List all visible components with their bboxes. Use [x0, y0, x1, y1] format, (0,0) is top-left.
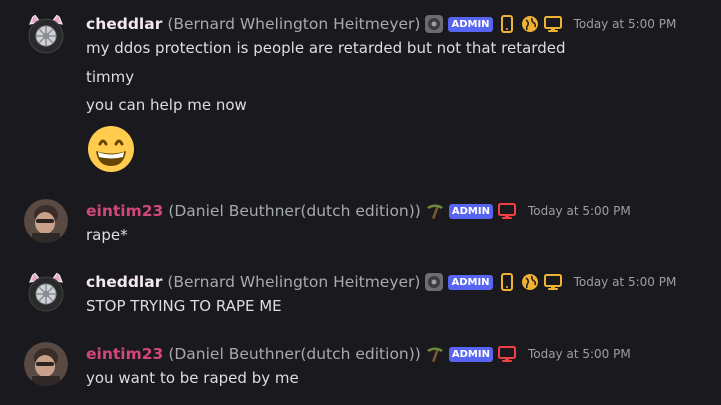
- display-realname: (Daniel Beuthner(dutch edition)): [168, 345, 421, 363]
- avatar[interactable]: [24, 342, 68, 386]
- desktop-icon: [543, 273, 562, 291]
- message-text: timmy: [86, 68, 135, 86]
- admin-badge[interactable]: ADMIN: [448, 16, 493, 32]
- avatar[interactable]: [24, 199, 68, 243]
- mobile-icon: [498, 273, 516, 291]
- message-text: my ddos protection is people are retarde…: [86, 39, 566, 57]
- username[interactable]: eintim23: [86, 202, 163, 220]
- pickaxe-badge-icon: [425, 201, 445, 221]
- display-realname: (Bernard Whelington Heitmeyer): [167, 273, 421, 291]
- avatar[interactable]: [24, 270, 68, 314]
- grinning-face-icon[interactable]: [86, 124, 136, 174]
- avatar[interactable]: [24, 12, 68, 56]
- tire-avatar-icon: [24, 12, 68, 56]
- desktop-icon: [497, 202, 516, 220]
- message-header: eintim23 (Daniel Beuthner(dutch edition)…: [86, 199, 631, 223]
- pickaxe-badge-icon: [425, 344, 445, 364]
- tire-avatar-icon: [24, 270, 68, 314]
- user-photo-icon: [24, 342, 68, 386]
- timestamp[interactable]: Today at 5:00 PM: [528, 347, 631, 361]
- mobile-icon: [498, 15, 516, 33]
- username[interactable]: eintim23: [86, 345, 163, 363]
- timestamp[interactable]: Today at 5:00 PM: [574, 275, 677, 289]
- tire-badge-icon: [424, 14, 444, 34]
- timestamp[interactable]: Today at 5:00 PM: [528, 204, 631, 218]
- message-header: cheddlar (Bernard Whelington Heitmeyer) …: [86, 270, 676, 294]
- admin-badge[interactable]: ADMIN: [448, 274, 493, 290]
- username[interactable]: cheddlar: [86, 273, 162, 291]
- desktop-icon: [497, 345, 516, 363]
- message-text: STOP TRYING TO RAPE ME: [86, 297, 282, 315]
- admin-badge[interactable]: ADMIN: [448, 203, 493, 219]
- username[interactable]: cheddlar: [86, 15, 162, 33]
- message-text: you can help me now: [86, 96, 247, 114]
- display-realname: (Daniel Beuthner(dutch edition)): [168, 202, 421, 220]
- desktop-icon: [543, 15, 562, 33]
- web-globe-icon: [521, 15, 539, 33]
- admin-badge[interactable]: ADMIN: [448, 346, 493, 362]
- timestamp[interactable]: Today at 5:00 PM: [574, 17, 677, 31]
- message-text: you want to be raped by me: [86, 369, 299, 387]
- message-text: rape*: [86, 226, 128, 244]
- message-header: eintim23 (Daniel Beuthner(dutch edition)…: [86, 342, 631, 366]
- web-globe-icon: [521, 273, 539, 291]
- tire-badge-icon: [424, 272, 444, 292]
- display-realname: (Bernard Whelington Heitmeyer): [167, 15, 421, 33]
- user-photo-icon: [24, 199, 68, 243]
- message-header: cheddlar (Bernard Whelington Heitmeyer) …: [86, 12, 676, 36]
